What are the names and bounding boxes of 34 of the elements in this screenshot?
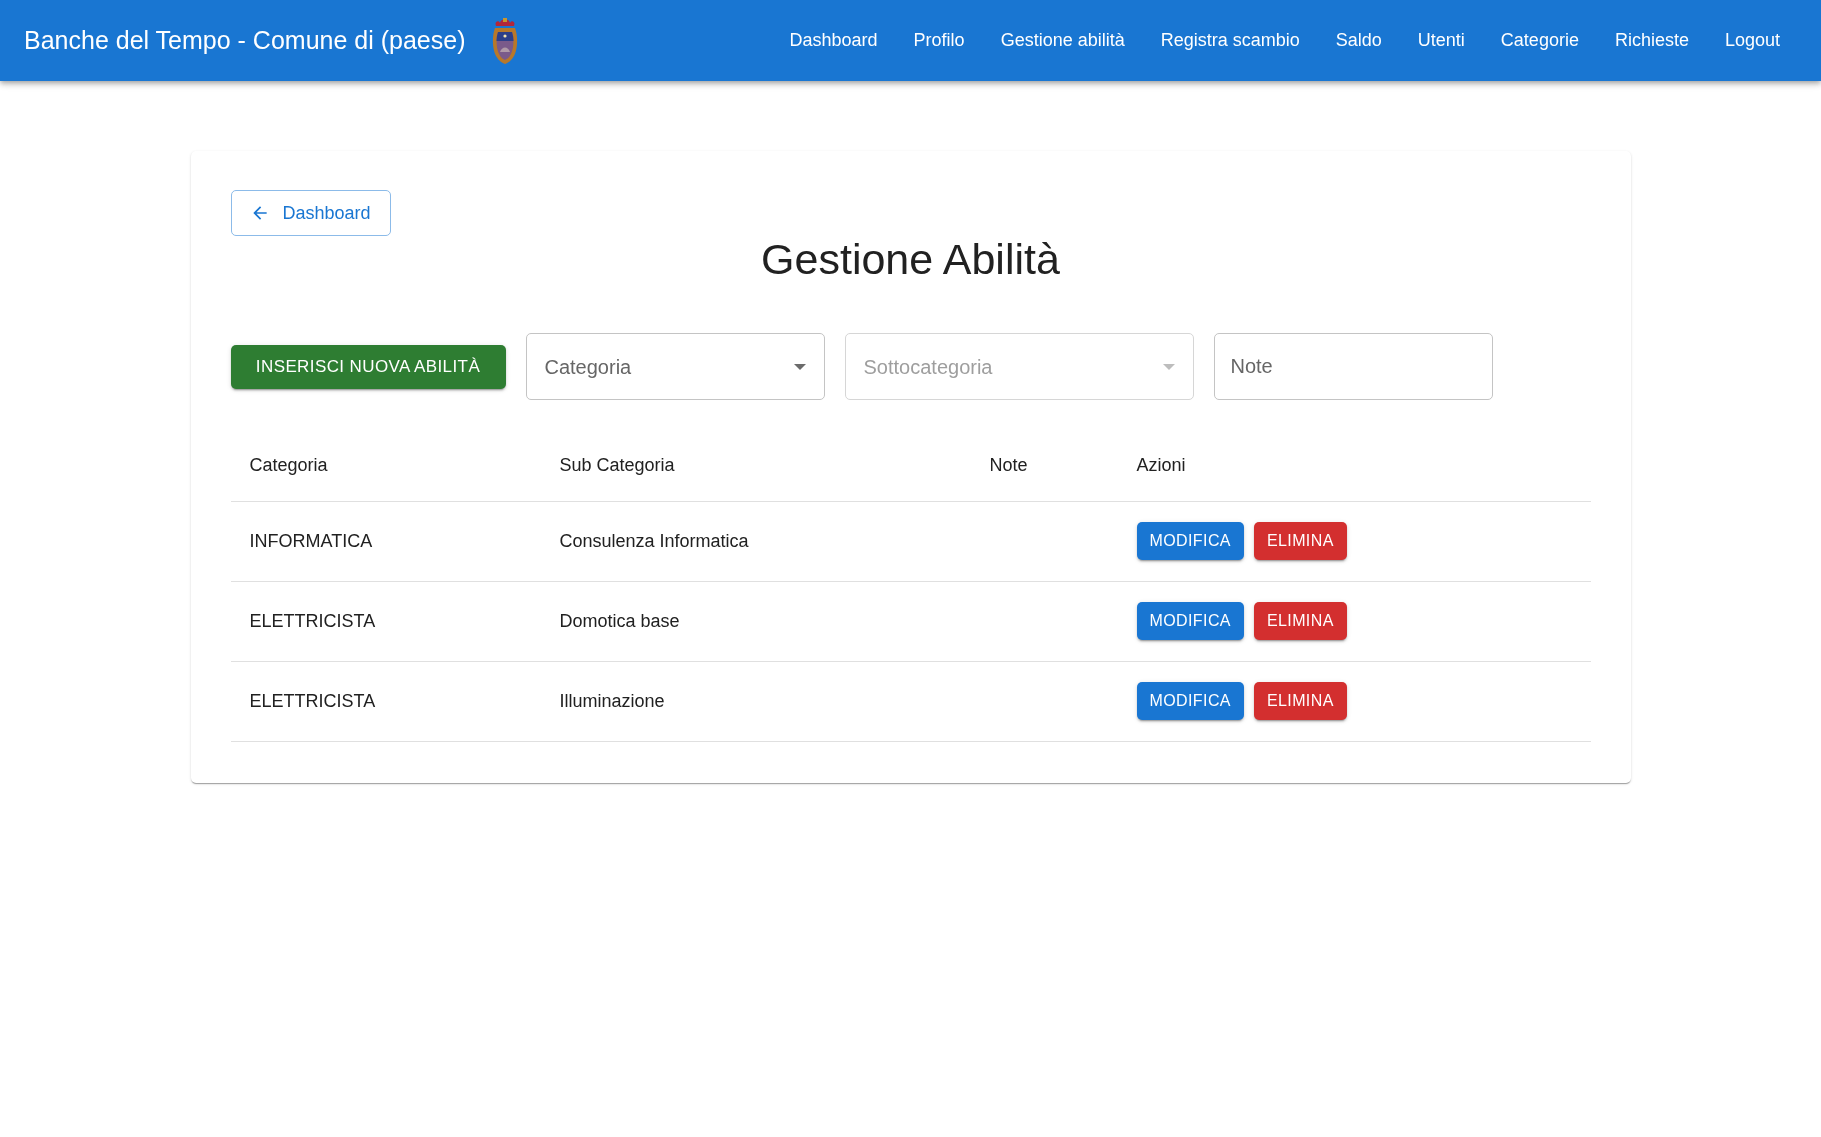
delete-button[interactable]: ELIMINA — [1253, 682, 1347, 720]
dropdown-select[interactable]: Categoria — [525, 333, 825, 400]
column-header: Categoria — [249, 455, 328, 476]
nav-link[interactable]: Registra scambio — [1142, 18, 1318, 63]
nav-link[interactable]: Dashboard — [771, 18, 896, 63]
nav-link[interactable]: Profilo — [895, 18, 983, 63]
app-title: Banche del Tempo - Comune di (paese) — [24, 24, 466, 56]
table-cell: ELETTRICISTA — [249, 690, 376, 711]
edit-button[interactable]: MODIFICA — [1136, 602, 1244, 640]
back-button[interactable]: Dashboard — [230, 190, 391, 236]
delete-button[interactable]: ELIMINA — [1253, 602, 1347, 640]
table-cell: INFORMATICA — [249, 530, 373, 551]
table-cell: Consulenza Informatica — [559, 530, 749, 551]
table-cell: Illuminazione — [559, 690, 665, 711]
column-header: Sub Categoria — [559, 455, 675, 476]
edit-button[interactable]: MODIFICA — [1136, 522, 1244, 560]
dropdown-caret-icon — [1162, 363, 1175, 370]
nav-link[interactable]: Utenti — [1399, 18, 1483, 63]
column-header: Azioni — [1136, 455, 1186, 476]
nav-link[interactable]: Saldo — [1317, 18, 1400, 63]
column-header: Note — [989, 455, 1028, 476]
delete-button[interactable]: ELIMINA — [1253, 522, 1347, 560]
nav-link[interactable]: Richieste — [1596, 18, 1707, 63]
dropdown-caret-icon — [793, 363, 806, 370]
page-title: Gestione Abilità — [761, 234, 1060, 285]
nav-link[interactable]: Gestione abilità — [982, 18, 1143, 63]
note-input[interactable]: Note — [1213, 333, 1493, 400]
edit-button[interactable]: MODIFICA — [1136, 682, 1244, 720]
nav-link[interactable]: Categorie — [1482, 18, 1597, 63]
nav-link[interactable]: Logout — [1706, 18, 1798, 63]
coat-of-arms-logo — [492, 17, 519, 64]
table-cell: Domotica base — [559, 610, 680, 631]
table-cell: ELETTRICISTA — [249, 610, 376, 631]
add-skill-button[interactable]: INSERISCI NUOVA ABILITÀ — [230, 344, 506, 389]
